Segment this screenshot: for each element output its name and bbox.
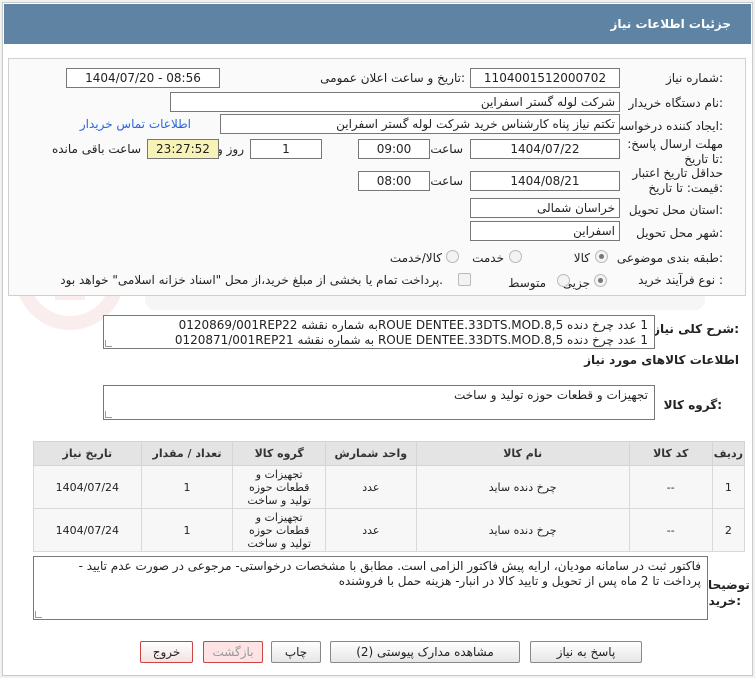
buyer-org-field: شرکت لوله گستر اسفراین [170, 92, 620, 112]
notes-line-1: فاکتور ثبت در سامانه مودیان، ارایه پیش ف… [78, 559, 701, 573]
province-field: خراسان شمالی [470, 198, 620, 218]
buyer-contact-link[interactable]: اطلاعات تماس خریدار [80, 117, 191, 131]
category-label: طبقه بندی موضوعی: [616, 251, 723, 265]
buyer-org-label: نام دستگاه خریدار: [628, 96, 724, 110]
cell-unit: عدد [325, 508, 417, 552]
deadline-time-field: 09:00 [358, 139, 430, 159]
need-number-field: 1104001512000702 [470, 68, 620, 88]
respond-button[interactable]: پاسخ به نیاز [530, 641, 642, 663]
deadline-date-field: 1404/07/22 [470, 139, 620, 159]
page-header: جزئیات اطلاعات نیاز [4, 4, 751, 44]
announce-label: تاریخ و ساعت اعلان عمومی: [320, 71, 465, 85]
view-attachments-button[interactable]: مشاهده مدارک پیوستی (2) [330, 641, 520, 663]
remaining-time-label: ساعت باقی مانده [51, 142, 141, 156]
city-field: اسفراین [470, 221, 620, 241]
exit-button[interactable]: خروج [140, 641, 193, 663]
category-goods-radio[interactable] [595, 250, 608, 263]
summary-line-1: 1 عدد چرخ دنده ROUE DENTEE.33DTS.MOD.8,5… [178, 318, 648, 332]
cell-date: 1404/07/24 [33, 508, 142, 552]
goods-group-textarea[interactable]: تجهیزات و قطعات حوزه تولید و ساخت [103, 385, 655, 420]
col-group: گروه کالا [232, 441, 327, 466]
summary-textarea[interactable]: 1 عدد چرخ دنده ROUE DENTEE.33DTS.MOD.8,5… [103, 315, 655, 349]
province-label: استان محل تحویل: [628, 203, 723, 217]
treasury-checkbox[interactable] [458, 273, 471, 286]
category-option-both-label: کالا/خدمت [389, 251, 442, 265]
notes-line-2: پرداخت تا 2 ماه پس از تحویل و تایید کالا… [338, 574, 701, 588]
purchase-minor-radio[interactable] [594, 274, 607, 287]
col-code: کد کالا [628, 441, 713, 466]
summary-line-2: 1 عدد چرخ دنده ROUE DENTEE.33DTS.MOD.8,5… [174, 333, 648, 347]
days-field: 1 [250, 139, 322, 159]
requester-label: ایجاد کننده درخواست: [612, 119, 723, 133]
days-label: روز و [217, 142, 244, 156]
announce-field: 1404/07/20 - 08:56 [66, 68, 220, 88]
goods-info-title: اطلاعات کالاهای مورد نیاز [584, 353, 739, 367]
resize-grip-icon[interactable] [105, 411, 112, 418]
cell-qty: 1 [140, 465, 234, 509]
cell-code: -- [628, 465, 713, 509]
requester-field: تکتم نیاز پناه کارشناس خرید شرکت لوله گس… [220, 114, 620, 134]
table-header-row: ردیف کد کالا نام کالا واحد شمارش گروه کا… [33, 441, 746, 466]
cell-group: تجهیزات و قطعات حوزه تولید و ساخت [232, 508, 327, 552]
col-date: تاریخ نیاز [33, 441, 142, 466]
goods-group-value: تجهیزات و قطعات حوزه تولید و ساخت [453, 388, 648, 402]
cell-row: 1 [711, 465, 746, 509]
purchase-type-label: نوع فرآیند خرید : [638, 273, 723, 287]
category-both-radio[interactable] [446, 250, 459, 263]
cell-code: -- [628, 508, 713, 552]
purchase-medium-radio[interactable] [557, 274, 570, 287]
table-row[interactable]: 1 -- چرخ دنده ساید عدد تجهیزات و قطعات ح… [33, 465, 746, 509]
category-service-radio[interactable] [509, 250, 522, 263]
validity-date-field: 1404/08/21 [470, 171, 620, 191]
deadline-label: مهلت ارسال پاسخ: تا تاریخ: [627, 137, 723, 166]
col-name: نام کالا [415, 441, 630, 466]
buyer-notes-textarea[interactable]: فاکتور ثبت در سامانه مودیان، ارایه پیش ف… [33, 556, 708, 620]
validity-time-label: ساعت [430, 174, 463, 188]
items-table: ردیف کد کالا نام کالا واحد شمارش گروه کا… [33, 441, 746, 552]
need-number-label: شماره نیاز: [665, 71, 723, 85]
cell-name: چرخ دنده ساید [415, 508, 630, 552]
category-option-goods-label: کالا [573, 251, 590, 265]
cell-date: 1404/07/24 [33, 465, 142, 509]
treasury-note: پرداخت تمام یا بخشی از مبلغ خرید،از محل … [60, 273, 443, 287]
summary-label: شرح کلی نیاز: [653, 322, 739, 336]
page-title: جزئیات اطلاعات نیاز [610, 17, 731, 31]
print-button[interactable]: چاپ [271, 641, 321, 663]
validity-time-field: 08:00 [358, 171, 430, 191]
remaining-time-field: 23:27:52 [147, 139, 219, 159]
cell-group: تجهیزات و قطعات حوزه تولید و ساخت [232, 465, 327, 509]
city-label: شهر محل تحویل: [636, 226, 723, 240]
back-button[interactable]: بازگشت [203, 641, 263, 663]
validity-label: حداقل تاریخ اعتبار قیمت: تا تاریخ: [632, 166, 723, 195]
cell-row: 2 [711, 508, 746, 552]
col-unit: واحد شمارش [325, 441, 417, 466]
items-table-wrap: ردیف کد کالا نام کالا واحد شمارش گروه کا… [33, 441, 746, 552]
resize-grip-icon[interactable] [105, 340, 112, 347]
cell-name: چرخ دنده ساید [415, 465, 630, 509]
category-option-service-label: خدمت [472, 251, 504, 265]
table-row[interactable]: 2 -- چرخ دنده ساید عدد تجهیزات و قطعات ح… [33, 508, 746, 552]
col-row: ردیف [711, 441, 746, 466]
goods-group-label: گروه کالا: [663, 398, 722, 412]
cell-unit: عدد [325, 465, 417, 509]
purchase-option-medium-label: متوسط [508, 276, 546, 290]
col-qty: تعداد / مقدار [140, 441, 234, 466]
cell-qty: 1 [140, 508, 234, 552]
deadline-time-label: ساعت [430, 142, 463, 156]
resize-grip-icon[interactable] [35, 611, 42, 618]
